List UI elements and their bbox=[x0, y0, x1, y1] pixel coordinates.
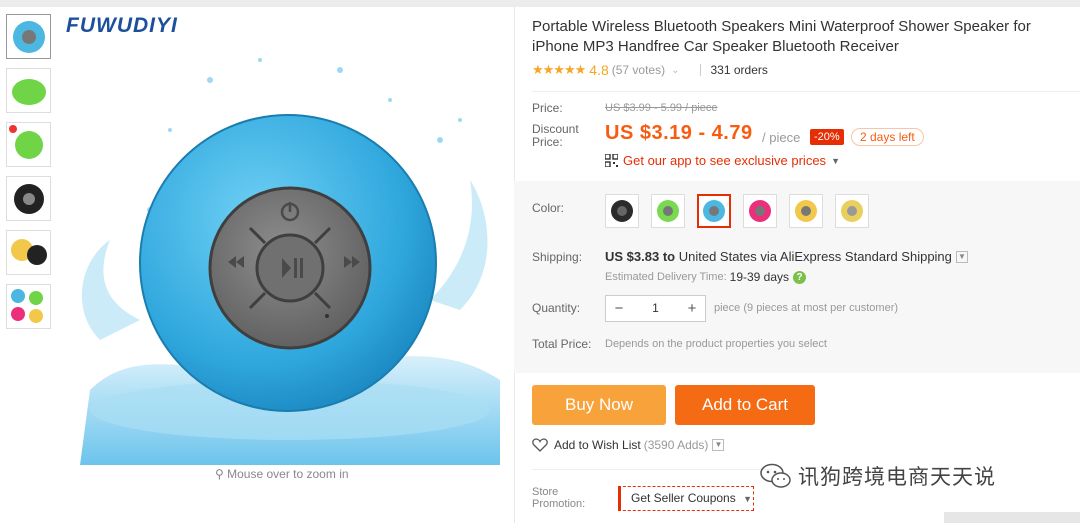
get-seller-coupons-button[interactable]: Get Seller Coupons ▼ bbox=[618, 486, 754, 511]
delivery-label: Estimated Delivery Time: bbox=[605, 271, 727, 283]
speaker-illustration bbox=[80, 58, 500, 465]
price-unit: / piece bbox=[762, 130, 801, 145]
swatch-blue[interactable] bbox=[697, 194, 731, 228]
swatch-black[interactable] bbox=[605, 194, 639, 228]
votes-link[interactable]: (57 votes) bbox=[612, 63, 665, 77]
quantity-decrease-button[interactable]: − bbox=[606, 296, 632, 321]
product-title: Portable Wireless Bluetooth Speakers Min… bbox=[532, 18, 1031, 55]
buy-now-button[interactable]: Buy Now bbox=[532, 385, 666, 425]
zoom-hint-text: Mouse over to zoom in bbox=[227, 467, 349, 481]
thumbnail-5[interactable] bbox=[6, 230, 51, 275]
discount-badge: -20% bbox=[810, 129, 844, 145]
thumbnail-6[interactable] bbox=[6, 284, 51, 329]
add-to-cart-button[interactable]: Add to Cart bbox=[675, 385, 815, 425]
quantity-label: Quantity: bbox=[532, 301, 581, 315]
qr-code-icon bbox=[605, 154, 618, 167]
magnifier-icon: ⚲ bbox=[215, 467, 224, 481]
quantity-input[interactable]: 1 bbox=[632, 296, 679, 321]
thumbnail-3[interactable] bbox=[6, 122, 51, 167]
thumbnail-2[interactable] bbox=[6, 68, 51, 113]
shipping-price: US $3.83 bbox=[605, 249, 660, 264]
wish-dropdown-icon[interactable]: ▼ bbox=[712, 439, 725, 451]
days-left-badge: 2 days left bbox=[851, 128, 924, 146]
separator bbox=[699, 64, 701, 76]
rating-value: 4.8 bbox=[589, 62, 609, 78]
thumbnail-1[interactable] bbox=[6, 14, 51, 59]
top-bar bbox=[0, 0, 1080, 7]
caret-down-icon: ▼ bbox=[831, 155, 840, 166]
discount-price: US $3.19 - 4.79 bbox=[605, 122, 753, 144]
orders-count: 331 orders bbox=[710, 63, 768, 77]
app-promo-link[interactable]: Get our app to see exclusive prices ▼ bbox=[605, 153, 840, 168]
wechat-icon bbox=[760, 463, 791, 488]
app-promo-text: Get our app to see exclusive prices bbox=[623, 153, 827, 168]
delivery-days: 19-39 days bbox=[729, 270, 790, 284]
coupon-text: Get Seller Coupons bbox=[631, 491, 736, 505]
shipping-destination[interactable]: United States via AliExpress Standard Sh… bbox=[679, 249, 952, 264]
caret-down-icon: ▼ bbox=[743, 494, 752, 504]
heart-icon bbox=[532, 438, 548, 452]
add-to-wish-list[interactable]: Add to Wish List (3590 Adds) ▼ bbox=[532, 438, 725, 452]
shipping-to: to bbox=[662, 249, 676, 264]
star-rating-icon: ★★★★★ bbox=[532, 62, 586, 77]
swatch-pink[interactable] bbox=[743, 194, 777, 228]
shipping-label: Shipping: bbox=[532, 250, 583, 264]
wish-count: (3590 Adds) bbox=[643, 438, 709, 452]
chevron-down-icon[interactable]: ⌄ bbox=[671, 65, 679, 76]
divider bbox=[532, 469, 772, 470]
rating-row: ★★★★★ 4.8 (57 votes) ⌄ 331 orders bbox=[532, 62, 768, 78]
discount-price-label: Discount Price: bbox=[532, 122, 579, 149]
swatch-green[interactable] bbox=[651, 194, 685, 228]
delivery-time: Estimated Delivery Time: 19-39 days ? bbox=[605, 270, 807, 284]
price-label: Price: bbox=[532, 101, 563, 115]
total-price-note: Depends on the product properties you se… bbox=[605, 338, 827, 350]
total-price-label: Total Price: bbox=[532, 337, 592, 351]
watermark-text: 讯狗跨境电商天天说 bbox=[798, 466, 996, 489]
original-price: US $3.99 - 5.99 / piece bbox=[605, 102, 718, 114]
wish-list-text: Add to Wish List bbox=[554, 438, 641, 452]
help-icon[interactable]: ? bbox=[793, 270, 807, 284]
store-promotion-label: Store Promotion: bbox=[532, 486, 586, 510]
quantity-increase-button[interactable]: + bbox=[679, 296, 705, 321]
product-main-image[interactable]: FUWUDIYI bbox=[60, 10, 512, 465]
color-label: Color: bbox=[532, 201, 565, 215]
swatch-yellow[interactable] bbox=[789, 194, 823, 228]
thumbnail-strip bbox=[6, 14, 54, 338]
quantity-stepper: − 1 + bbox=[605, 295, 706, 322]
divider bbox=[532, 91, 1080, 92]
shipping-dropdown-icon[interactable]: ▼ bbox=[955, 250, 968, 263]
swatch-yellow-grey[interactable] bbox=[835, 194, 869, 228]
brand-logo: FUWUDIYI bbox=[66, 14, 178, 37]
thumbnail-4[interactable] bbox=[6, 176, 51, 221]
shipping-info: US $3.83 to United States via AliExpress… bbox=[605, 249, 968, 264]
watermark: 讯狗跨境电商天天说 bbox=[760, 461, 996, 491]
quantity-note: piece (9 pieces at most per customer) bbox=[714, 302, 899, 314]
color-swatches bbox=[605, 194, 881, 228]
corner-shade bbox=[944, 512, 1080, 523]
zoom-hint: ⚲ Mouse over to zoom in bbox=[215, 467, 349, 481]
